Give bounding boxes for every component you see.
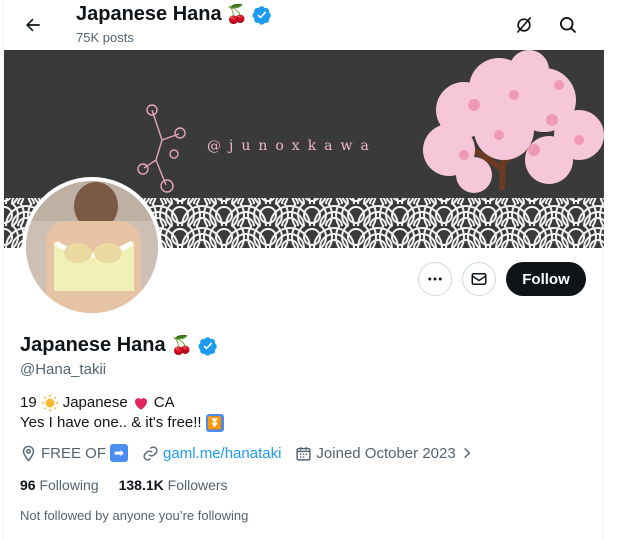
arrow-left-icon <box>26 18 40 32</box>
more-dots-icon <box>428 277 442 281</box>
user-handle: @Hana_takii <box>20 361 107 378</box>
bio-line-2: Yes I have one.. & it's free!! ⏬ <box>20 413 224 433</box>
right-arrow-emoji-icon: ➡ <box>110 444 129 462</box>
header-name-text: Japanese Hana <box>76 3 222 25</box>
verified-badge-icon <box>198 336 217 356</box>
following-link[interactable]: 96 Following <box>20 477 99 493</box>
joined-item[interactable]: Joined October 2023 <box>295 445 473 462</box>
website-link[interactable]: gaml.me/hanataki <box>163 445 281 462</box>
grok-button[interactable] <box>507 8 541 42</box>
avatar[interactable] <box>22 177 162 317</box>
calendar-icon <box>296 446 312 461</box>
post-count: 75K posts <box>76 30 134 45</box>
profile-meta: FREE OF ➡ gaml.me/hanataki Joined Octobe… <box>20 444 488 462</box>
search-button[interactable] <box>551 8 585 42</box>
followers-link[interactable]: 138.1K Followers <box>119 477 228 493</box>
sun-emoji-icon <box>41 394 58 412</box>
location-pin-icon <box>22 445 35 462</box>
display-name: Japanese Hana 🍒 <box>20 334 218 357</box>
bio-age: 19 <box>20 394 37 411</box>
follow-stats: 96 Following 138.1K Followers <box>20 477 228 493</box>
bio-text: Yes I have one.. & it's free!! <box>20 414 202 431</box>
cherry-emoji: 🍒 <box>225 4 249 24</box>
link-icon <box>143 445 158 461</box>
bio-line-1: 19 Japanese CA <box>20 393 224 413</box>
double-down-arrow-icon: ⏬ <box>205 414 224 432</box>
bio-location-code: CA <box>153 394 175 411</box>
bio-japanese: Japanese <box>62 394 128 411</box>
location-text: FREE OF <box>41 444 107 462</box>
verified-badge-icon <box>252 5 271 25</box>
top-bar: Japanese Hana 🍒 75K posts <box>4 0 604 50</box>
back-button[interactable] <box>16 8 50 42</box>
avatar-image <box>26 181 158 313</box>
search-icon <box>560 17 577 34</box>
grok-icon <box>516 16 532 34</box>
message-button[interactable] <box>462 262 496 296</box>
following-count: 96 <box>20 477 36 493</box>
followers-count: 138.1K <box>118 477 164 493</box>
chevron-right-icon <box>463 447 471 459</box>
header-title: Japanese Hana 🍒 <box>76 3 272 26</box>
envelope-icon <box>471 273 487 285</box>
heart-emoji-icon <box>134 398 147 410</box>
banner-watermark: @junoxkawa <box>207 138 377 154</box>
location-item: FREE OF ➡ <box>20 444 129 462</box>
more-button[interactable] <box>418 262 452 296</box>
cherry-emoji: 🍒 <box>170 335 194 355</box>
followers-label: Followers <box>167 477 228 493</box>
bio: 19 Japanese CA Yes I have one.. & it's f… <box>20 393 224 433</box>
following-label: Following <box>39 477 99 493</box>
joined-text: Joined October 2023 <box>316 444 456 462</box>
followers-you-know-note: Not followed by anyone you’re following <box>20 508 249 523</box>
website-item[interactable]: gaml.me/hanataki <box>142 445 281 462</box>
display-name-text: Japanese Hana <box>20 334 166 356</box>
profile-page: Japanese Hana 🍒 75K posts @junoxkawa Fol… <box>3 0 604 540</box>
follow-button[interactable]: Follow <box>506 262 586 296</box>
